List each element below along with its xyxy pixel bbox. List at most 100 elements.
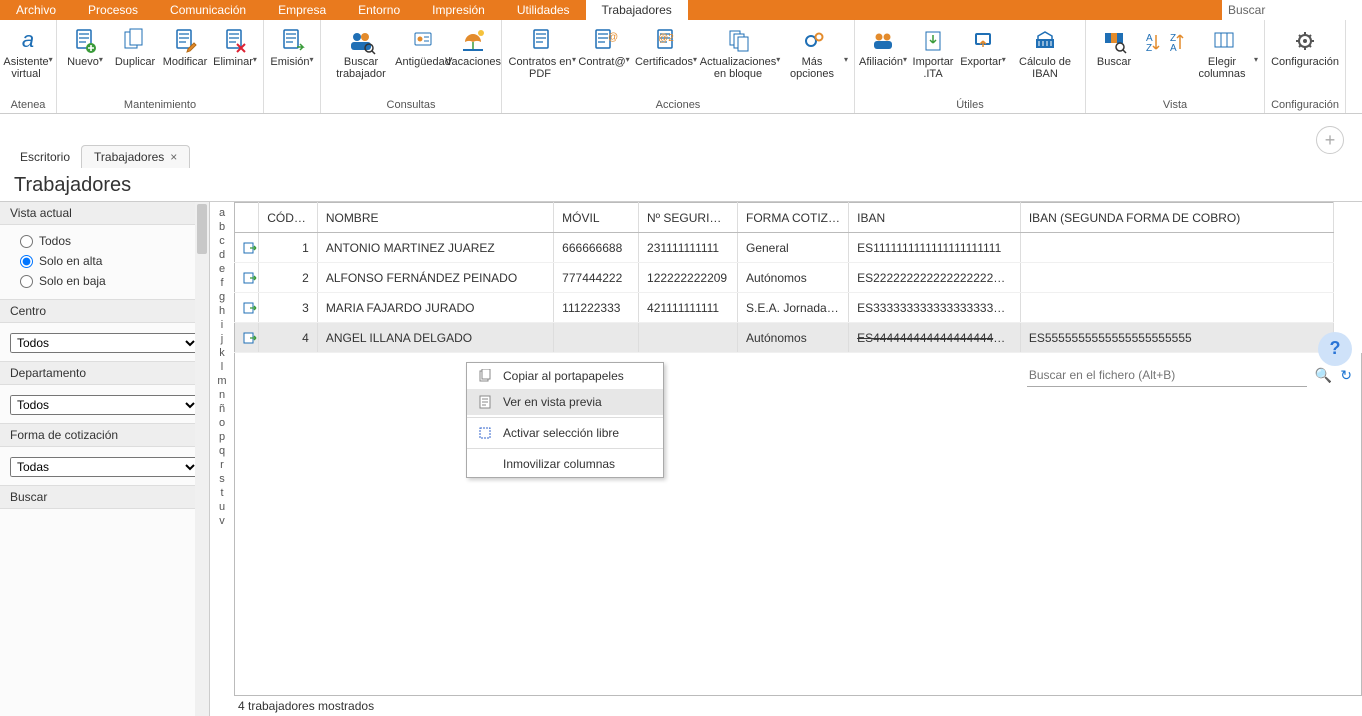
alpha-s[interactable]: s (219, 474, 225, 485)
ribbon-label: Antigüedad (395, 56, 451, 84)
col-header[interactable]: CÓDIGO (259, 203, 318, 233)
help-icon[interactable]: ? (1318, 332, 1352, 366)
sidebar-header-buscar: Buscar (0, 486, 209, 509)
ctx-ver-en-vista-previa[interactable]: Ver en vista previa (467, 389, 663, 415)
alpha-g[interactable]: g (219, 292, 225, 303)
centro-select[interactable]: Todos (10, 333, 199, 353)
alpha-a[interactable]: a (219, 208, 225, 219)
ribbon-buscar[interactable]: Buscar (1090, 24, 1138, 84)
menu-empresa[interactable]: Empresa (262, 0, 342, 20)
ribbon-emisi-n[interactable]: Emisión (268, 24, 316, 84)
ctx-activar-selecci-n-libre[interactable]: Activar selección libre (467, 420, 663, 446)
alpha-d[interactable]: d (219, 250, 225, 261)
radio-input[interactable] (20, 235, 33, 248)
col-header[interactable]: Nº SEGURIDAD ... (639, 203, 738, 233)
refresh-icon[interactable]: ↻ (1340, 367, 1352, 384)
alpha-j[interactable]: j (221, 334, 223, 345)
alpha-l[interactable]: l (221, 362, 223, 373)
people-search-icon (345, 26, 377, 56)
columns-icon (1208, 26, 1240, 56)
alpha-h[interactable]: h (219, 306, 225, 317)
menu-procesos[interactable]: Procesos (72, 0, 154, 20)
radio-solo-en-baja[interactable]: Solo en baja (10, 271, 199, 291)
ribbon-c-lculo-de-iban[interactable]: Cálculo de IBAN (1009, 24, 1081, 84)
alpha-o[interactable]: o (219, 418, 225, 429)
alpha-r[interactable]: r (220, 460, 224, 471)
ribbon-exportar[interactable]: Exportar (959, 24, 1007, 84)
ribbon-eliminar[interactable]: Eliminar (211, 24, 259, 84)
menu-impresión[interactable]: Impresión (416, 0, 501, 20)
cot-select[interactable]: Todas (10, 457, 199, 477)
ribbon-sort-desc[interactable]: ZA (1164, 24, 1186, 56)
alpha-c[interactable]: c (219, 236, 225, 247)
global-search-input[interactable]: Buscar (1222, 0, 1362, 20)
col-header[interactable]: FORMA COTIZAC... (738, 203, 849, 233)
dept-select[interactable]: Todos (10, 395, 199, 415)
table-row[interactable]: 4ANGEL ILLANA DELGADOAutónomosES44444444… (235, 323, 1334, 353)
sidebar-scrollbar[interactable] (195, 202, 209, 716)
col-header[interactable]: IBAN (SEGUNDA FORMA DE COBRO) (1020, 203, 1333, 233)
ribbon-contratos-en-pdf[interactable]: Contratos en PDF (506, 24, 578, 84)
alpha-t[interactable]: t (220, 488, 223, 499)
cell-movil: 111222333 (554, 293, 639, 323)
alpha-m[interactable]: m (217, 376, 226, 387)
cell-movil: 666666688 (554, 233, 639, 263)
radio-solo-en-alta[interactable]: Solo en alta (10, 251, 199, 271)
alpha-ñ[interactable]: ñ (219, 404, 225, 415)
ribbon-configuraci-n[interactable]: Configuración (1269, 24, 1341, 84)
ribbon-label: Nuevo (67, 56, 103, 84)
radio-todos[interactable]: Todos (10, 231, 199, 251)
ribbon-antig-edad[interactable]: Antigüedad (399, 24, 447, 84)
alpha-index: abcdefghijklmnñopqrstuv (210, 202, 234, 716)
alpha-q[interactable]: q (219, 446, 225, 457)
ribbon-actualizaciones-en-bloque[interactable]: Actualizaciones en bloque (704, 24, 776, 84)
cell-iban2 (1020, 263, 1333, 293)
alpha-k[interactable]: k (219, 348, 225, 359)
menu-trabajadores[interactable]: Trabajadores (586, 0, 688, 20)
alpha-f[interactable]: f (220, 278, 223, 289)
table-row[interactable]: 1ANTONIO MARTINEZ JUAREZ6666666882311111… (235, 233, 1334, 263)
radio-input[interactable] (20, 255, 33, 268)
ribbon-afiliaci-n[interactable]: Afiliación (859, 24, 907, 84)
ctx-copiar-al-portapapeles[interactable]: Copiar al portapapeles (467, 363, 663, 389)
ctx-inmovilizar-columnas[interactable]: Inmovilizar columnas (467, 451, 663, 477)
ribbon-contrat-[interactable]: @Contrat@ (580, 24, 628, 84)
radio-input[interactable] (20, 275, 33, 288)
file-search-input[interactable] (1027, 364, 1307, 387)
alpha-n[interactable]: n (219, 390, 225, 401)
ribbon-m-s-opciones[interactable]: Más opciones (778, 24, 850, 84)
col-header[interactable]: NOMBRE (317, 203, 553, 233)
ribbon-elegir-columnas[interactable]: Elegir columnas (1188, 24, 1260, 84)
alpha-v[interactable]: v (219, 516, 225, 527)
alpha-i[interactable]: i (221, 320, 223, 331)
add-button[interactable]: + (1316, 126, 1344, 154)
close-icon[interactable]: × (170, 150, 177, 164)
ribbon-modificar[interactable]: Modificar (161, 24, 209, 84)
tab-escritorio[interactable]: Escritorio (8, 146, 82, 168)
table-row[interactable]: 2ALFONSO FERNÁNDEZ PEINADO77744422212222… (235, 263, 1334, 293)
menu-utilidades[interactable]: Utilidades (501, 0, 586, 20)
search-icon[interactable]: 🔍 (1315, 367, 1332, 384)
radio-label: Todos (39, 234, 71, 248)
menu-entorno[interactable]: Entorno (342, 0, 416, 20)
table-row[interactable]: 3MARIA FAJARDO JURADO1112223334211111111… (235, 293, 1334, 323)
ribbon-group-label: Útiles (859, 97, 1081, 113)
alpha-u[interactable]: u (219, 502, 225, 513)
menu-archivo[interactable]: Archivo (0, 0, 72, 20)
menu-comunicación[interactable]: Comunicación (154, 0, 262, 20)
beach-icon (457, 26, 489, 56)
ribbon-nuevo[interactable]: Nuevo (61, 24, 109, 84)
ribbon-vacaciones[interactable]: Vacaciones (449, 24, 497, 84)
alpha-p[interactable]: p (219, 432, 225, 443)
ribbon-importar-ita[interactable]: Importar .ITA (909, 24, 957, 84)
col-header[interactable]: IBAN (849, 203, 1021, 233)
ribbon-duplicar[interactable]: Duplicar (111, 24, 159, 84)
cell-nombre: ANGEL ILLANA DELGADO (317, 323, 553, 353)
ribbon-buscar-trabajador[interactable]: Buscar trabajador (325, 24, 397, 84)
tab-trabajadores[interactable]: Trabajadores× (81, 145, 190, 168)
ribbon-certificados[interactable]: @2Certificados (630, 24, 702, 84)
alpha-e[interactable]: e (219, 264, 225, 275)
alpha-b[interactable]: b (219, 222, 225, 233)
col-header[interactable]: MÓVIL (554, 203, 639, 233)
ribbon-asistente-virtual[interactable]: aAsistente virtual (4, 24, 52, 84)
